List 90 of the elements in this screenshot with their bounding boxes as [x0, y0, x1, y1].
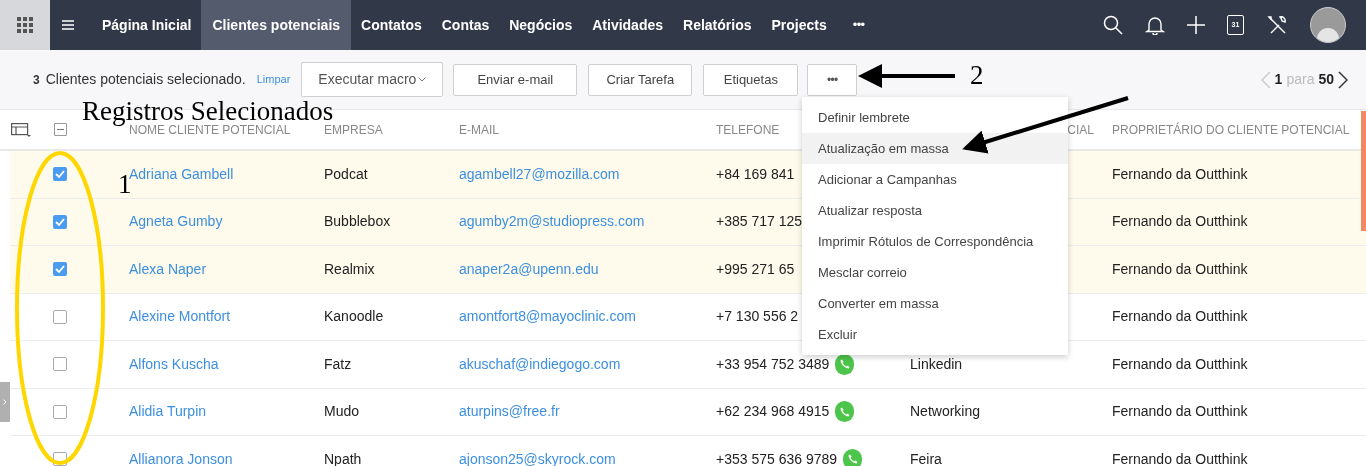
- menu-icon[interactable]: [62, 20, 74, 30]
- nav-tab[interactable]: Negócios: [499, 0, 583, 50]
- apps-grid-icon: [17, 17, 33, 33]
- plus-icon[interactable]: [1187, 16, 1205, 34]
- menu-item[interactable]: Imprimir Rótulos de Correspondência: [802, 226, 1068, 257]
- phone-call-icon[interactable]: [835, 401, 855, 423]
- toolbar-button[interactable]: Etiquetas: [703, 63, 799, 96]
- nav-tab[interactable]: Contatos: [351, 0, 432, 50]
- menu-item[interactable]: Excluir: [802, 319, 1068, 350]
- next-page-icon[interactable]: [1338, 70, 1348, 89]
- owner-cell-text: Fernando da Outthink: [1112, 212, 1248, 232]
- company-cell-text: Kanoodle: [324, 307, 384, 327]
- nav-tab[interactable]: Clientes potenciais: [201, 0, 352, 50]
- column-settings-icon[interactable]: [11, 122, 31, 137]
- page-separator: para: [1286, 70, 1315, 89]
- phone-cell-text: +353 575 636 9789: [716, 449, 838, 466]
- email-link[interactable]: akuschaf@indiegogo.com: [459, 353, 621, 375]
- select-all-checkbox[interactable]: [54, 123, 67, 136]
- caret-icon: [418, 77, 427, 82]
- scrollbar-thumb[interactable]: [1361, 111, 1366, 231]
- column-header[interactable]: PROPRIETÁRIO DO CLIENTE POTENCIAL: [1112, 120, 1350, 139]
- nav-tab[interactable]: Atividades: [582, 0, 674, 50]
- nav-tab[interactable]: Relatórios: [673, 0, 762, 50]
- chevron-right-icon: [3, 399, 7, 405]
- owner-cell-text: Fernando da Outthink: [1112, 259, 1248, 279]
- company-cell-text: Realmix: [324, 259, 375, 279]
- source-cell-text: Feira: [910, 449, 942, 466]
- owner-cell-text: Fernando da Outthink: [1112, 164, 1248, 184]
- menu-item[interactable]: Atualização em massa: [802, 133, 1068, 164]
- company-cell-text: Podcat: [324, 164, 368, 184]
- page-to: 50: [1318, 70, 1334, 89]
- selection-count: 3: [33, 71, 40, 89]
- row-checkbox[interactable]: [53, 404, 67, 419]
- apps-button[interactable]: [0, 0, 50, 50]
- column-header[interactable]: E-MAIL: [459, 120, 499, 139]
- row-checkbox[interactable]: [53, 357, 67, 372]
- phone-call-icon[interactable]: [835, 353, 855, 375]
- lead-name-link[interactable]: Alfons Kuscha: [129, 353, 219, 375]
- source-cell-text: Linkedin: [910, 354, 963, 374]
- previous-page-icon[interactable]: [1260, 70, 1271, 89]
- more-actions-button[interactable]: •••: [807, 63, 858, 96]
- page-from: 1: [1274, 70, 1283, 89]
- owner-cell-text: Fernando da Outthink: [1112, 449, 1248, 466]
- lead-name-link[interactable]: Allianora Jonson: [129, 448, 233, 466]
- owner-cell-text: Fernando da Outthink: [1112, 402, 1248, 422]
- column-header[interactable]: EMPRESA: [324, 120, 383, 139]
- phone-cell-text: +84 169 841: [716, 164, 795, 184]
- company-cell-text: Fatz: [324, 354, 352, 374]
- row-checkbox[interactable]: [53, 262, 67, 277]
- more-modules-button[interactable]: •••: [852, 15, 865, 35]
- row-checkbox[interactable]: [53, 167, 67, 182]
- user-avatar[interactable]: [1310, 7, 1346, 43]
- row-checkbox[interactable]: [53, 309, 67, 324]
- column-header[interactable]: TELEFONE: [716, 120, 780, 139]
- search-icon[interactable]: [1103, 15, 1123, 35]
- lead-name-link[interactable]: Alexine Montfort: [129, 306, 231, 328]
- menu-item[interactable]: Mesclar correio: [802, 257, 1068, 288]
- annotation-number: 2: [970, 62, 984, 89]
- source-cell-text: Networking: [910, 402, 981, 422]
- phone-cell-text: +62 234 968 4915: [716, 402, 830, 422]
- row-checkbox[interactable]: [53, 214, 67, 229]
- macro-dropdown[interactable]: Executar macro: [301, 62, 444, 97]
- toolbar-button[interactable]: Criar Tarefa: [588, 63, 693, 96]
- nav-tab[interactable]: Página Inicial: [92, 0, 202, 50]
- company-cell-text: Bubblebox: [324, 212, 391, 232]
- lead-name-link[interactable]: Alidia Turpin: [129, 401, 207, 423]
- phone-cell-text: +7 130 556 2: [716, 307, 799, 327]
- company-cell-text: Mudo: [324, 402, 360, 422]
- side-panel-toggle[interactable]: [0, 382, 10, 422]
- owner-cell-text: Fernando da Outthink: [1112, 307, 1248, 327]
- selection-text: Clientes potenciais selecionado.: [45, 70, 246, 89]
- owner-cell-text: Fernando da Outthink: [1112, 354, 1248, 374]
- column-header[interactable]: CIAL: [1067, 120, 1094, 139]
- nav-tab[interactable]: Projects: [761, 0, 837, 50]
- column-header[interactable]: NOME CLIENTE POTENCIAL: [129, 120, 291, 139]
- phone-cell-text: +33 954 752 3489: [716, 354, 830, 374]
- menu-item[interactable]: Adicionar a Campanhas: [802, 164, 1068, 195]
- phone-cell-text: +385 717 125: [716, 212, 803, 232]
- nav-tab[interactable]: Contas: [431, 0, 500, 50]
- tools-icon[interactable]: [1266, 14, 1288, 36]
- phone-cell-text: +995 271 65: [716, 259, 795, 279]
- email-link[interactable]: amontfort8@mayoclinic.com: [459, 306, 636, 328]
- toolbar-button[interactable]: Enviar e-mail: [453, 63, 578, 96]
- menu-item[interactable]: Atualizar resposta: [802, 195, 1068, 226]
- email-link[interactable]: ajonson25@skyrock.com: [459, 448, 616, 466]
- menu-item[interactable]: Converter em massa: [802, 288, 1068, 319]
- menu-item[interactable]: Definir lembrete: [802, 102, 1068, 133]
- bell-icon[interactable]: [1145, 15, 1165, 35]
- phone-call-icon[interactable]: [843, 448, 863, 466]
- company-cell-text: Npath: [324, 449, 362, 466]
